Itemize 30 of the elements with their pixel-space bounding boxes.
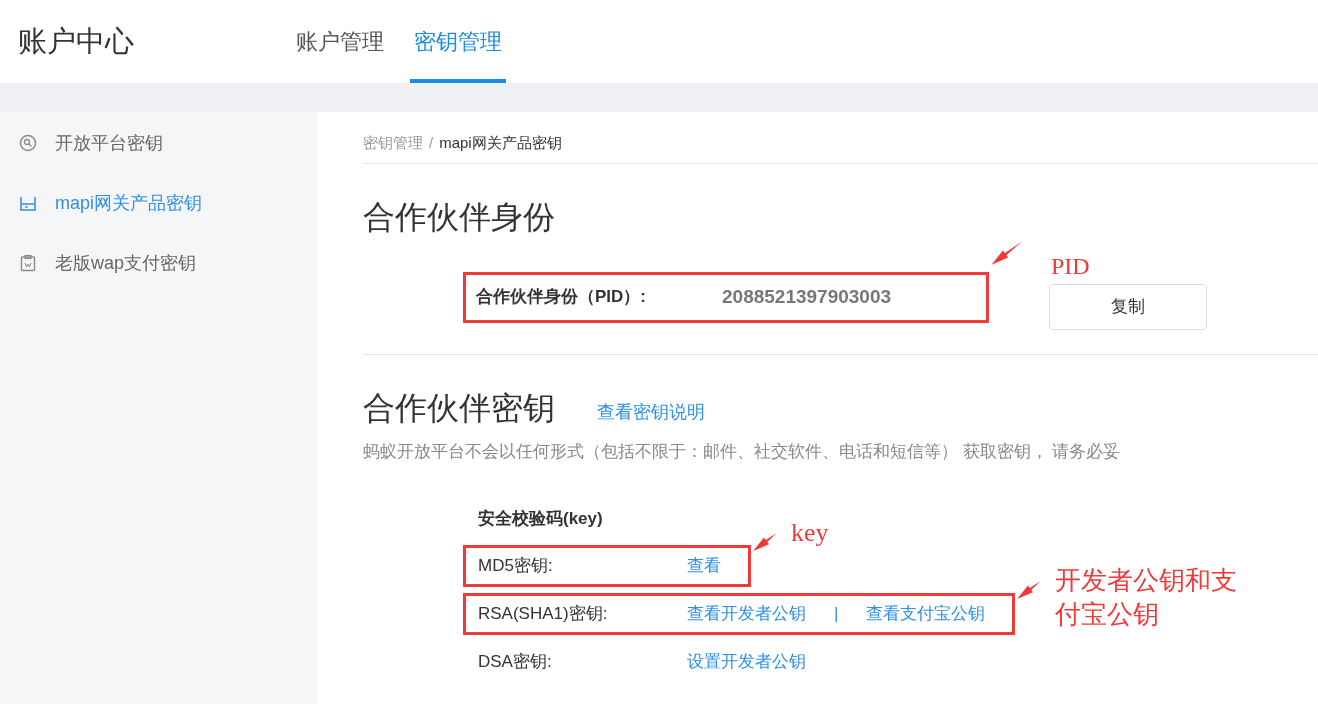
sidebar-item[interactable]: mapi网关产品密钥 bbox=[0, 173, 317, 233]
key-label: RSA(SHA1)密钥: bbox=[478, 603, 609, 626]
annotation-label: 开发者公钥和支付宝公钥 bbox=[1055, 565, 1239, 631]
key-link[interactable]: 设置开发者公钥 bbox=[687, 649, 806, 675]
section-heading: 合作伙伴密钥 bbox=[363, 389, 555, 428]
breadcrumb-separator: / bbox=[429, 132, 434, 153]
link-separator: | bbox=[834, 603, 839, 626]
key-link[interactable]: 查看支付宝公钥 bbox=[866, 601, 986, 627]
copy-button[interactable]: 复制 bbox=[1049, 284, 1207, 330]
nav-tab[interactable]: 账户管理 bbox=[292, 0, 388, 83]
annotation-label: PID bbox=[1051, 251, 1090, 281]
section-heading: 合作伙伴身份 bbox=[363, 198, 556, 237]
subsection-title: 安全校验码(key) bbox=[478, 508, 604, 530]
key-label: DSA密钥: bbox=[478, 651, 553, 674]
annotation-label: key bbox=[791, 517, 830, 549]
key-label: MD5密钥: bbox=[478, 555, 554, 578]
pid-value: 2088521397903003 bbox=[722, 284, 892, 309]
sidebar-item[interactable]: 开放平台密钥 bbox=[0, 113, 317, 173]
key-link[interactable]: 查看 bbox=[687, 553, 721, 579]
field-label: 合作伙伴身份（PID）: bbox=[476, 286, 647, 309]
clipboard-icon bbox=[19, 254, 37, 272]
search-icon bbox=[19, 134, 37, 152]
breadcrumb-item[interactable]: 密钥管理 bbox=[363, 131, 423, 155]
sidebar-item[interactable]: 老版wap支付密钥 bbox=[0, 233, 317, 293]
help-link[interactable]: 查看密钥说明 bbox=[597, 399, 705, 426]
page-title: 账户中心 bbox=[17, 23, 135, 59]
router-icon bbox=[19, 194, 37, 212]
breadcrumb-item: mapi网关产品密钥 bbox=[439, 132, 562, 153]
notice-text: 蚂蚁开放平台不会以任何形式（包括不限于：邮件、社交软件、电话和短信等） 获取密钥， 请务必妥 bbox=[363, 441, 1122, 463]
key-link[interactable]: 查看开发者公钥 bbox=[687, 601, 806, 627]
